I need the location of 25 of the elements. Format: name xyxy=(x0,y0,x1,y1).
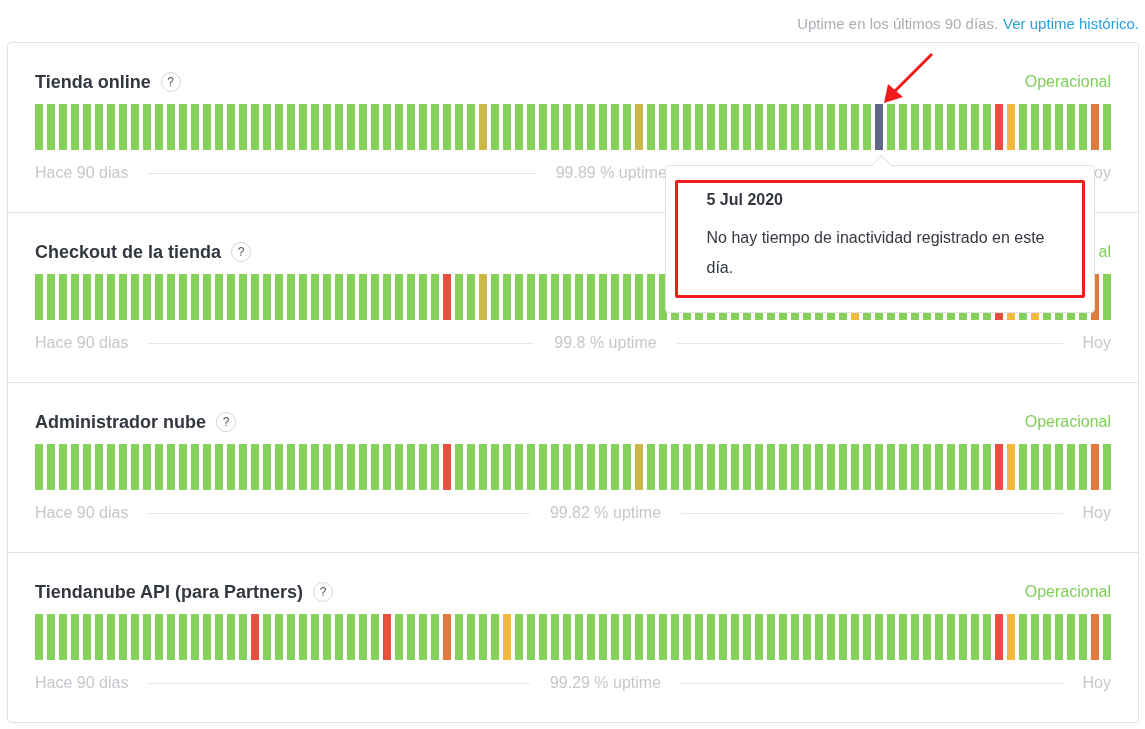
uptime-percent: 99.82 % uptime xyxy=(549,504,662,522)
uptime-percent: 99.29 % uptime xyxy=(549,674,662,692)
range-end-label: Hoy xyxy=(1082,504,1111,522)
range-start-label: Hace 90 dias xyxy=(35,674,129,692)
uptime-bar[interactable] xyxy=(1091,274,1099,320)
range-end-label: Hoy xyxy=(1082,334,1111,352)
uptime-percent: 99.89 % uptime xyxy=(555,164,667,182)
tooltip-date: 5 Jul 2020 xyxy=(706,191,784,209)
uptime-caption: Uptime en los últimos 90 días. xyxy=(797,14,999,32)
component-name: Tiendanube API (para Partners) xyxy=(35,581,304,603)
range-end-label: oy xyxy=(1094,164,1111,182)
range-end-label: Hoy xyxy=(1082,674,1111,692)
status-label: Operacional xyxy=(1024,413,1111,431)
tooltip-text: No hay tiempo de inactividad registrado en este día. xyxy=(706,228,1046,278)
range-start-label: Hace 90 dias xyxy=(35,504,129,522)
uptime-bar[interactable] xyxy=(659,274,667,320)
range-start-label: Hace 90 dias xyxy=(35,164,129,182)
component-name: Administrador nube xyxy=(35,411,206,433)
uptime-percent: 99.8 % uptime xyxy=(554,334,657,352)
status-label: Operacional xyxy=(1024,73,1111,91)
component-name: Tienda online xyxy=(35,71,151,93)
component-name: Checkout de la tienda xyxy=(35,241,222,263)
status-label: al xyxy=(1098,243,1111,261)
range-start-label: Hace 90 dias xyxy=(35,334,129,352)
status-label: Operacional xyxy=(1024,583,1111,601)
